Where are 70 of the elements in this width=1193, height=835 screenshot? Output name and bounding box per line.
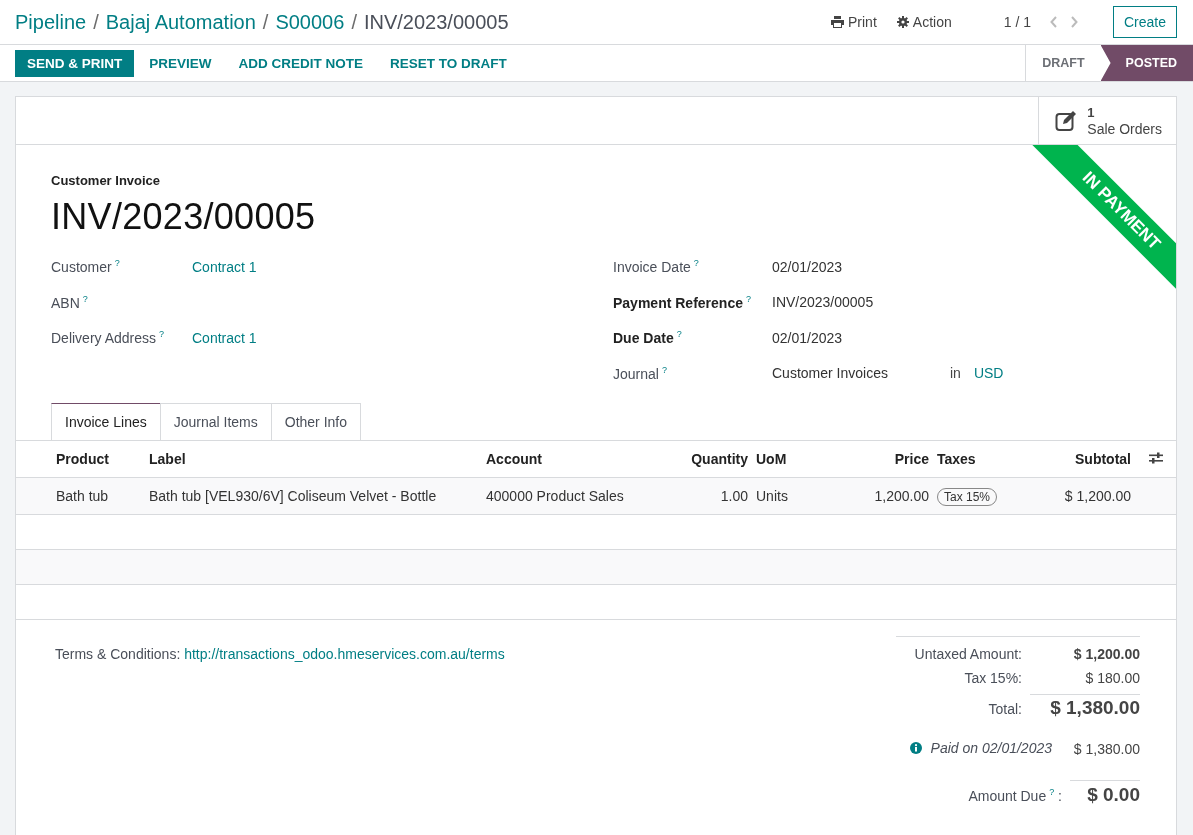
create-button[interactable]: Create	[1112, 6, 1177, 38]
field-connector: in	[950, 365, 961, 382]
field-label: Payment Reference $^{?}$	[613, 293, 752, 311]
field-link[interactable]: Contract 1	[192, 329, 257, 346]
column-header: Label	[145, 440, 482, 478]
table-cell: 1.00	[720, 488, 748, 504]
total-label: Total:	[987, 701, 1022, 717]
document-type: Customer Invoice	[51, 173, 161, 188]
action-button[interactable]: Action	[896, 14, 952, 30]
total-value: $ 1,200.00	[1072, 646, 1140, 662]
field-value: Customer Invoices	[772, 365, 889, 382]
amount-due-label: Amount Due $^{?}$ :	[967, 787, 1062, 804]
total-label: Untaxed Amount:	[913, 646, 1022, 662]
table-cell: Bath tub	[56, 488, 109, 504]
tab[interactable]: Other Info	[270, 403, 362, 440]
print-button[interactable]: Print	[831, 14, 877, 30]
field-label: Delivery Address $^{?}$	[51, 329, 166, 346]
column-header: Subtotal	[1005, 440, 1135, 478]
payment-label: Paid on 02/01/2023	[930, 740, 1052, 756]
total-label: Tax 15%:	[963, 670, 1022, 686]
table-cell: $ 1,200.00	[1064, 488, 1131, 504]
table-cell: Bath tub [VEL930/6V] Coliseum Velvet - Bottle	[149, 488, 437, 504]
column-header: Taxes	[933, 440, 1005, 478]
field-label: Invoice Date $^{?}$	[613, 258, 700, 275]
sale-orders-button[interactable]: 1 Sale Orders	[1038, 97, 1176, 144]
field-label: Customer $^{?}$	[51, 258, 121, 275]
action-button[interactable]: RESET TO DRAFT	[378, 49, 519, 77]
field-label: Journal $^{?}$	[613, 364, 668, 382]
printer-icon	[831, 16, 844, 28]
status-step[interactable]: POSTED	[1100, 45, 1193, 81]
column-header: Quantity	[660, 440, 752, 478]
status-step[interactable]: DRAFT	[1026, 45, 1101, 81]
field-label: Due Date $^{?}$	[613, 329, 683, 346]
terms-link[interactable]: http://transactions_odoo.hmeservices.com.au/terms	[184, 646, 505, 662]
breadcrumb-current: INV/2023/00005	[363, 10, 509, 34]
total-value: $ 1,380.00	[1030, 694, 1140, 719]
terms-text: Terms & Conditions: http://transactions_odoo.hmeservices.com.au/terms	[55, 646, 505, 664]
table-cell: 400000 Product Sales	[486, 488, 624, 504]
column-header: Price	[800, 440, 933, 478]
table-cell: Units	[756, 488, 788, 504]
field-link[interactable]: Contract 1	[192, 258, 257, 275]
breadcrumb-link[interactable]: Bajaj Automation	[105, 10, 256, 34]
total-value: $ 180.00	[1084, 670, 1140, 686]
table-cell: 1,200.00	[874, 488, 929, 504]
field-value: 02/01/2023	[772, 258, 843, 275]
currency-link[interactable]: USD	[973, 365, 1004, 382]
breadcrumb-link[interactable]: Pipeline	[15, 10, 87, 34]
sliders-icon[interactable]	[1148, 452, 1163, 464]
column-header: Product	[16, 440, 145, 478]
breadcrumb-separator: /	[262, 10, 269, 34]
chevron-left-icon	[1049, 16, 1058, 28]
amount-due-value: $ 0.00	[1070, 780, 1140, 806]
action-button[interactable]: SEND & PRINT	[15, 49, 135, 77]
column-header: Account	[482, 440, 660, 478]
payment-amount: $ 1,380.00	[1072, 741, 1140, 757]
gear-icon	[896, 16, 909, 28]
info-icon[interactable]	[909, 742, 922, 754]
field-label: ABN $^{?}$	[51, 293, 89, 311]
pager-text: 1 / 1	[1003, 14, 1031, 30]
field-value: 02/01/2023	[772, 329, 843, 346]
breadcrumb-separator: /	[351, 10, 357, 34]
column-header: UoM	[752, 440, 800, 478]
breadcrumb-separator: /	[93, 10, 99, 34]
document-name: INV/2023/00005	[51, 196, 316, 238]
chevron-right-icon	[1069, 16, 1078, 28]
action-button[interactable]: PREVIEW	[137, 49, 224, 77]
action-button[interactable]: ADD CREDIT NOTE	[226, 49, 376, 77]
breadcrumb-link[interactable]: S00006	[275, 10, 345, 34]
tab[interactable]: Invoice Lines	[51, 403, 161, 440]
field-value: INV/2023/00005	[772, 294, 874, 311]
